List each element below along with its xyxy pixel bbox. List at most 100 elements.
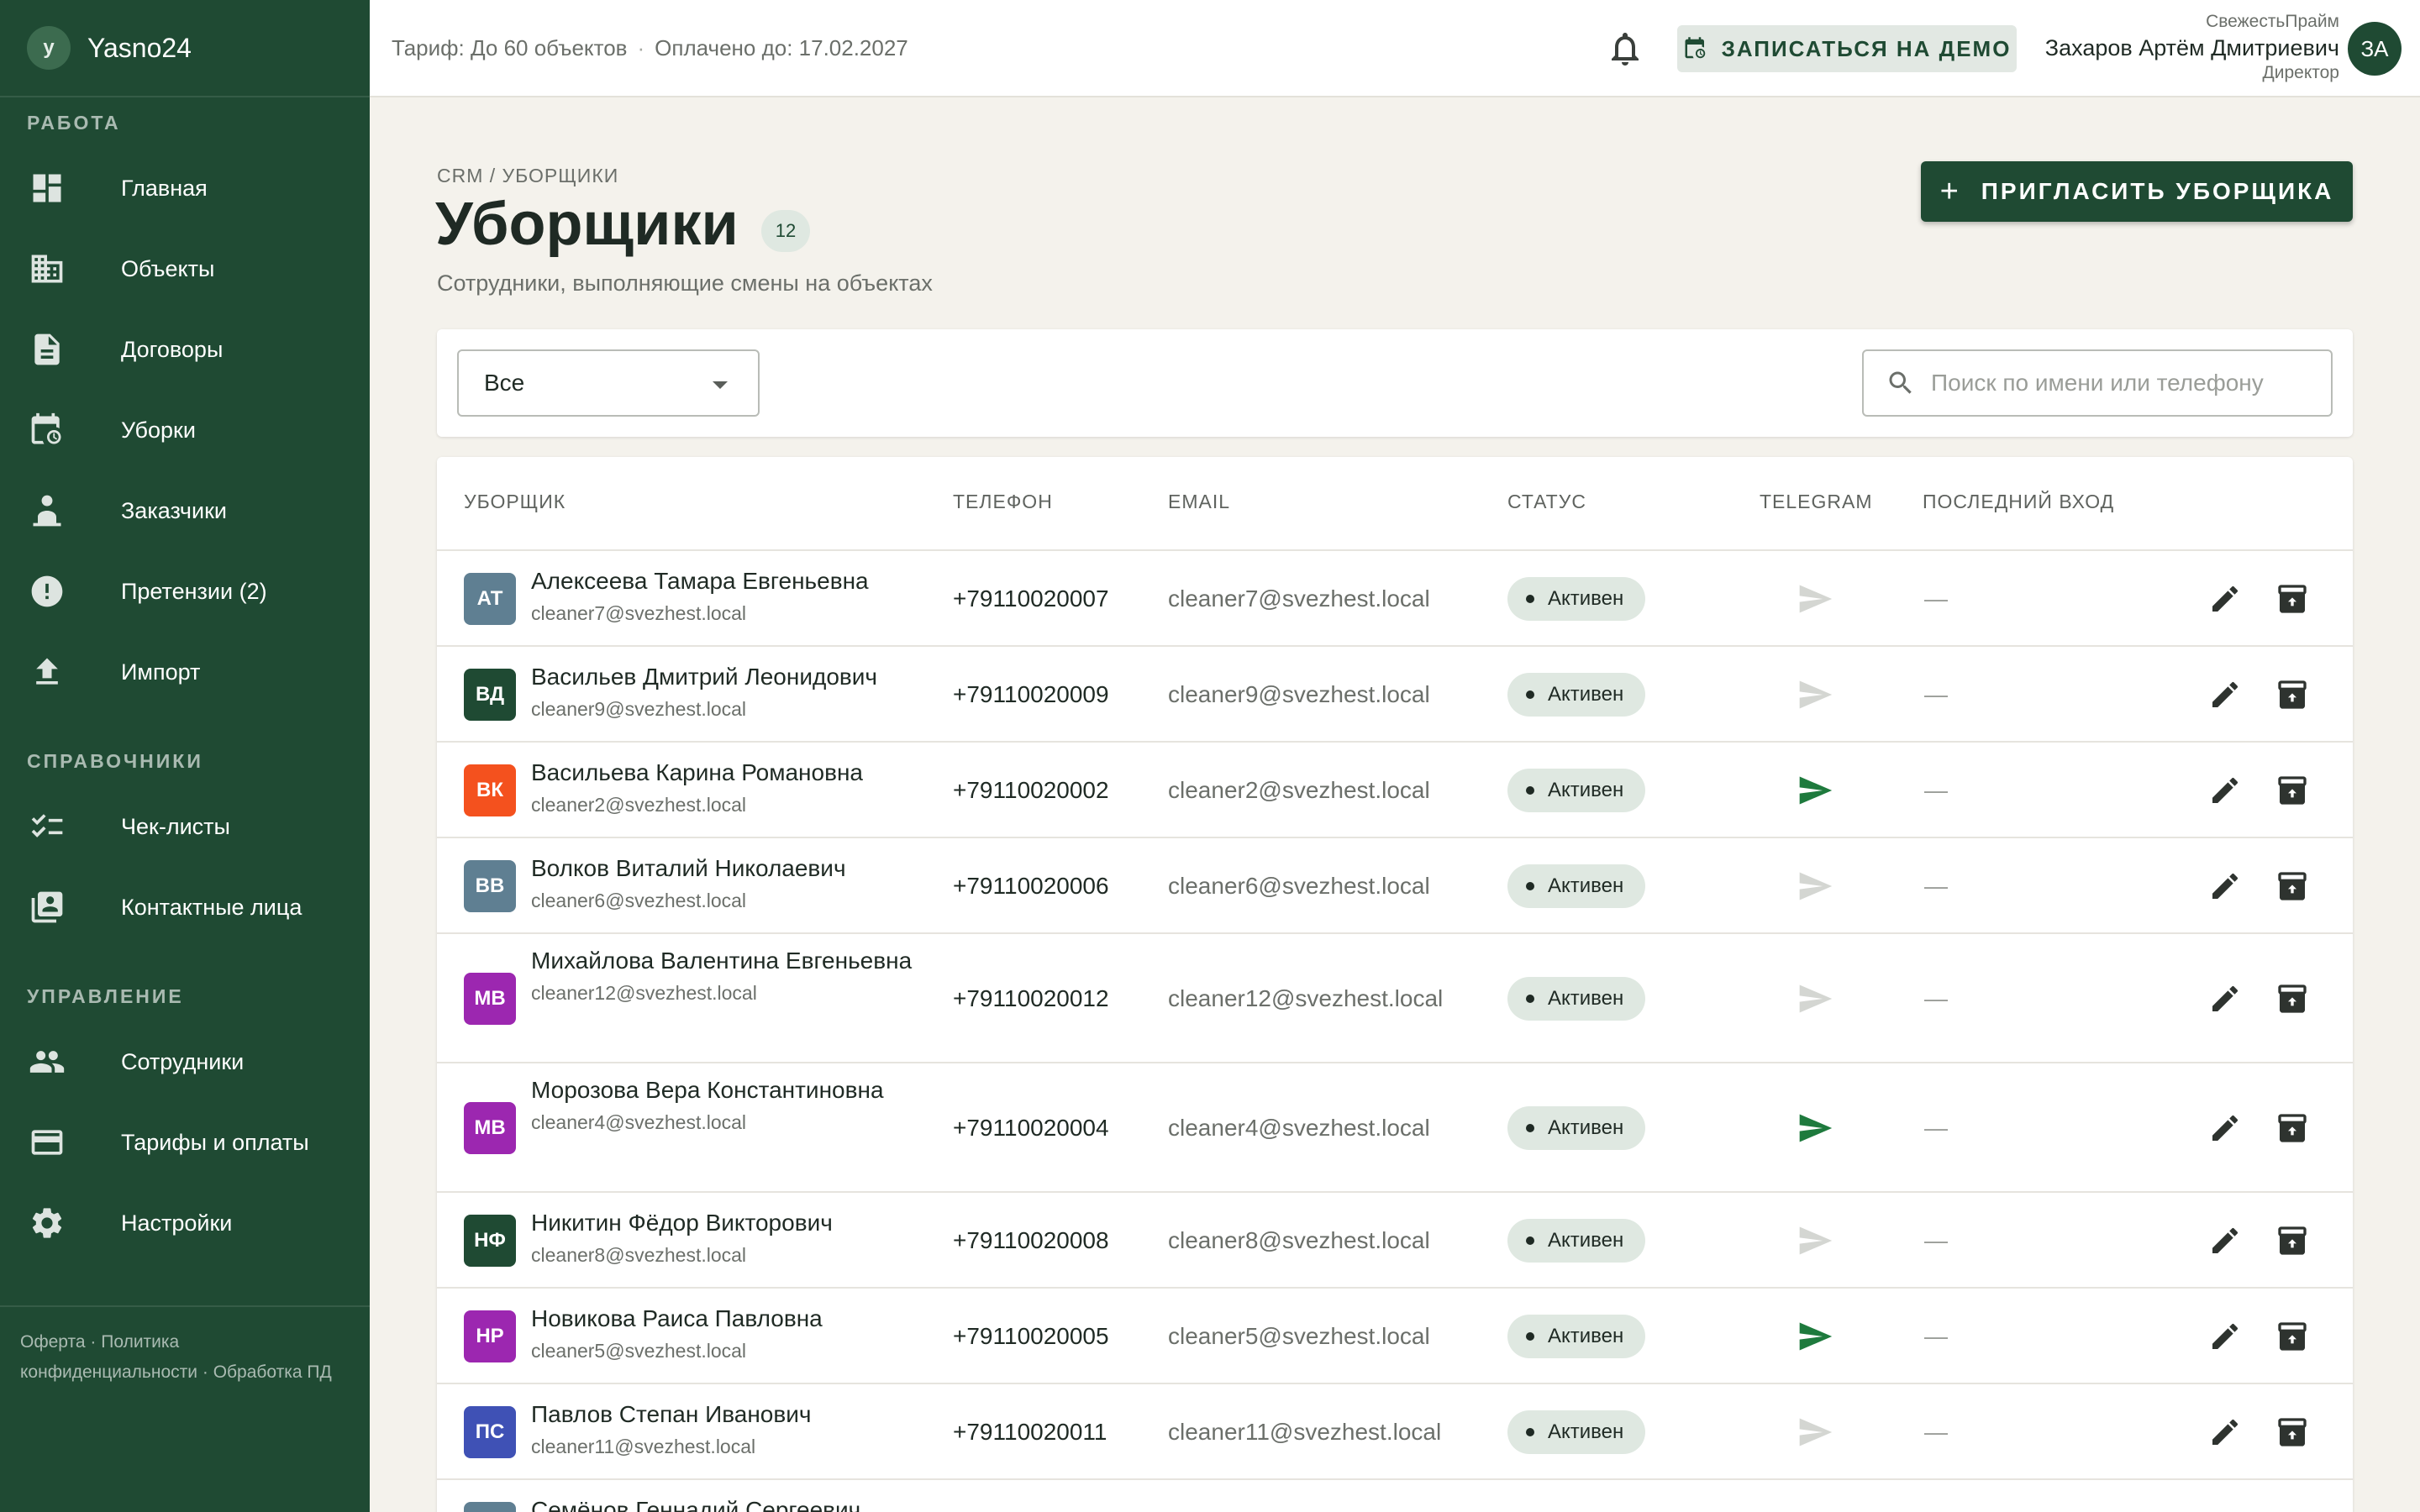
cleaner-phone: +79110020006 bbox=[953, 873, 1109, 899]
sidebar-item-work-3[interactable]: Уборки bbox=[0, 390, 370, 470]
cleaner-name[interactable]: Волков Виталий Николаевич bbox=[531, 852, 918, 885]
table-row[interactable]: СГ Семёнов Геннадий Сергеевич bbox=[437, 1480, 2353, 1512]
archive-icon[interactable] bbox=[2275, 678, 2309, 711]
notifications-bell-icon[interactable] bbox=[1605, 29, 1645, 69]
column-header-cleaner[interactable]: УБОРЩИК bbox=[464, 491, 566, 513]
archive-icon[interactable] bbox=[2275, 982, 2309, 1016]
cleaner-name[interactable]: Михайлова Валентина Евгеньевна bbox=[531, 944, 918, 978]
sidebar-item-ref-1[interactable]: Контактные лица bbox=[0, 867, 370, 948]
archive-icon[interactable] bbox=[2275, 582, 2309, 616]
table-row[interactable]: МВ Морозова Вера Константиновна cleaner4@s… bbox=[437, 1063, 2353, 1193]
edit-icon[interactable] bbox=[2208, 774, 2242, 807]
edit-icon[interactable] bbox=[2208, 1415, 2242, 1449]
cleaner-name[interactable]: Васильев Дмитрий Леонидович bbox=[531, 660, 918, 694]
cleaner-name[interactable]: Васильева Карина Романовна bbox=[531, 756, 918, 790]
edit-icon[interactable] bbox=[2208, 678, 2242, 711]
edit-icon[interactable] bbox=[2208, 1320, 2242, 1353]
column-header-last-login[interactable]: ПОСЛЕДНИЙ ВХОД bbox=[1923, 491, 2114, 513]
status-badge: Активен bbox=[1507, 1106, 1645, 1150]
cleaner-avatar: ВД bbox=[464, 669, 516, 721]
cleaner-email-sub: cleaner11@svezhest.local bbox=[531, 1436, 756, 1457]
status-label: Активен bbox=[1548, 1325, 1624, 1347]
column-header-telegram[interactable]: TELEGRAM bbox=[1760, 491, 1873, 513]
user-avatar[interactable]: ЗА bbox=[2348, 22, 2402, 76]
status-filter-select[interactable]: Все bbox=[457, 349, 760, 417]
table-row[interactable]: НР Новикова Раиса Павловна cleaner5@svezhe… bbox=[437, 1289, 2353, 1384]
personal-data-link[interactable]: Обработка ПД bbox=[213, 1362, 332, 1382]
sidebar-item-label: Заказчики bbox=[121, 497, 227, 523]
sidebar-item-work-0[interactable]: Главная bbox=[0, 148, 370, 228]
paid-until: Оплачено до: 17.02.2027 bbox=[655, 34, 908, 60]
edit-icon[interactable] bbox=[2208, 1111, 2242, 1145]
book-demo-label: ЗАПИСАТЬСЯ НА ДЕМО bbox=[1721, 35, 2012, 61]
sidebar-item-mgmt-2[interactable]: Настройки bbox=[0, 1183, 370, 1263]
dashboard-icon bbox=[27, 168, 67, 208]
column-header-status[interactable]: СТАТУС bbox=[1507, 491, 1586, 513]
cleaner-name-cell: Никитин Фёдор Викторович cleaner8@svezhes… bbox=[531, 1206, 918, 1270]
table-row[interactable]: ПС Павлов Степан Иванович cleaner11@svezhe… bbox=[437, 1384, 2353, 1480]
page-title: Уборщики bbox=[435, 191, 739, 258]
column-header-phone[interactable]: ТЕЛЕФОН bbox=[953, 491, 1053, 513]
sidebar-work-list: Главная Объекты Договоры Уборки Заказчики Пре… bbox=[0, 148, 370, 712]
sidebar-item-label: Главная bbox=[121, 175, 208, 201]
sidebar-item-work-5[interactable]: Претензии (2) bbox=[0, 551, 370, 632]
archive-icon[interactable] bbox=[2275, 774, 2309, 807]
cleaner-email-sub: cleaner7@svezhest.local bbox=[531, 602, 747, 624]
edit-icon[interactable] bbox=[2208, 1224, 2242, 1257]
status-label: Активен bbox=[1548, 779, 1624, 801]
sidebar-item-work-2[interactable]: Договоры bbox=[0, 309, 370, 390]
sidebar-item-work-4[interactable]: Заказчики bbox=[0, 470, 370, 551]
table-row[interactable]: НФ Никитин Фёдор Викторович cleaner8@svezh… bbox=[437, 1193, 2353, 1289]
edit-icon[interactable] bbox=[2208, 869, 2242, 903]
offer-link[interactable]: Оферта bbox=[20, 1332, 86, 1352]
footer-separator: · bbox=[90, 1332, 97, 1352]
search-input[interactable] bbox=[1931, 370, 2317, 396]
archive-icon[interactable] bbox=[2275, 1111, 2309, 1145]
sidebar-item-ref-0[interactable]: Чек-листы bbox=[0, 786, 370, 867]
sidebar-item-label: Чек-листы bbox=[121, 813, 230, 839]
sidebar-item-work-6[interactable]: Импорт bbox=[0, 632, 370, 712]
archive-icon[interactable] bbox=[2275, 869, 2309, 903]
status-badge: Активен bbox=[1507, 1219, 1645, 1263]
document-icon bbox=[27, 329, 67, 370]
table-row[interactable]: ВВ Волков Виталий Николаевич cleaner6@svez… bbox=[437, 838, 2353, 934]
cleaner-name[interactable]: Новикова Раиса Павловна bbox=[531, 1302, 918, 1336]
sidebar-item-work-1[interactable]: Объекты bbox=[0, 228, 370, 309]
search-box[interactable] bbox=[1862, 349, 2333, 417]
invite-cleaner-button[interactable]: + ПРИГЛАСИТЬ УБОРЩИКА bbox=[1921, 161, 2353, 222]
cleaner-name-cell: Морозова Вера Константиновна cleaner4@sve… bbox=[531, 1074, 918, 1137]
status-badge: Активен bbox=[1507, 769, 1645, 812]
status-dot bbox=[1526, 595, 1534, 603]
sidebar-item-mgmt-1[interactable]: Тарифы и оплаты bbox=[0, 1102, 370, 1183]
last-login: — bbox=[1924, 1323, 1948, 1349]
book-demo-button[interactable]: ЗАПИСАТЬСЯ НА ДЕМО bbox=[1677, 25, 2017, 72]
cleaner-email-sub: cleaner12@svezhest.local bbox=[531, 982, 757, 1004]
tariff-info: Тариф: До 60 объектов · Оплачено до: 17.02… bbox=[392, 35, 908, 61]
cleaner-email: cleaner4@svezhest.local bbox=[1168, 1115, 1430, 1141]
column-header-email[interactable]: EMAIL bbox=[1168, 491, 1230, 513]
archive-icon[interactable] bbox=[2275, 1224, 2309, 1257]
cleaner-name[interactable]: Семёнов Геннадий Сергеевич bbox=[531, 1494, 918, 1512]
edit-icon[interactable] bbox=[2208, 982, 2242, 1016]
sidebar-section-work: РАБОТА bbox=[27, 111, 121, 134]
brand[interactable]: y Yasno24 bbox=[0, 0, 370, 97]
cleaner-name[interactable]: Алексеева Тамара Евгеньевна bbox=[531, 564, 918, 598]
cleaner-name[interactable]: Никитин Фёдор Викторович bbox=[531, 1206, 918, 1240]
cleaner-name-cell: Васильева Карина Романовна cleaner2@svezh… bbox=[531, 756, 918, 820]
edit-icon[interactable] bbox=[2208, 582, 2242, 616]
last-login: — bbox=[1924, 681, 1948, 707]
sidebar-item-mgmt-0[interactable]: Сотрудники bbox=[0, 1021, 370, 1102]
archive-icon[interactable] bbox=[2275, 1415, 2309, 1449]
user-info[interactable]: СвежестьПрайм Захаров Артём Дмитриевич Д… bbox=[2045, 12, 2339, 83]
table-row[interactable]: ВК Васильева Карина Романовна cleaner2@sve… bbox=[437, 743, 2353, 838]
cleaner-avatar: НФ bbox=[464, 1215, 516, 1267]
cleaner-email: cleaner5@svezhest.local bbox=[1168, 1323, 1430, 1349]
cleaner-name-cell: Михайлова Валентина Евгеньевна cleaner12@… bbox=[531, 944, 918, 1008]
table-row[interactable]: АТ Алексеева Тамара Евгеньевна cleaner7@sv… bbox=[437, 551, 2353, 647]
cleaner-name[interactable]: Морозова Вера Константиновна bbox=[531, 1074, 918, 1107]
breadcrumb: CRM / УБОРЩИКИ bbox=[437, 165, 619, 186]
archive-icon[interactable] bbox=[2275, 1320, 2309, 1353]
table-row[interactable]: ВД Васильев Дмитрий Леонидович cleaner9@sv… bbox=[437, 647, 2353, 743]
cleaner-name[interactable]: Павлов Степан Иванович bbox=[531, 1398, 918, 1431]
table-row[interactable]: МВ Михайлова Валентина Евгеньевна cleaner1… bbox=[437, 934, 2353, 1063]
